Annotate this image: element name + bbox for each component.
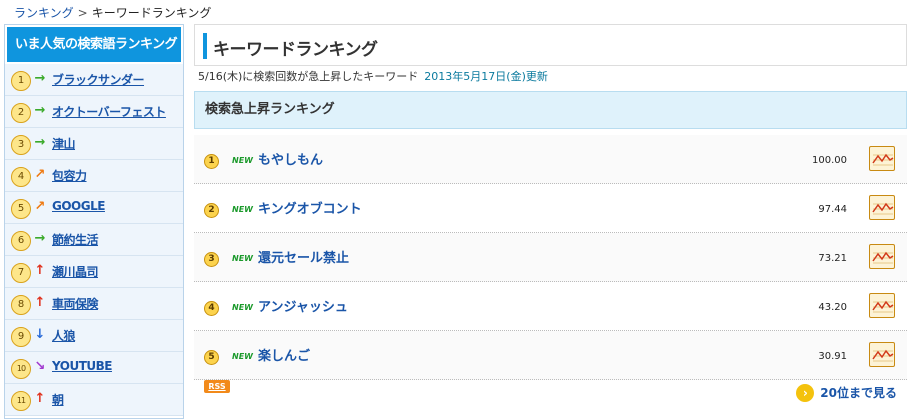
ranking-row: 1 NEW もやしもん 100.00 bbox=[194, 135, 907, 184]
trend-down-icon: ↓ bbox=[34, 327, 46, 342]
keyword-link[interactable]: アンジャッシュ bbox=[258, 296, 348, 315]
sidebar-item: 9 ↓ 人狼 bbox=[5, 320, 183, 352]
keyword-score: 100.00 bbox=[812, 155, 847, 166]
keyword-link[interactable]: キングオブコント bbox=[258, 198, 362, 217]
sidebar-item-link[interactable]: YOUTUBE bbox=[52, 359, 112, 373]
keyword-score: 43.20 bbox=[818, 302, 847, 313]
sidebar-item: 11 ↑ 朝 bbox=[5, 384, 183, 416]
trend-up-icon: ↑ bbox=[34, 391, 46, 406]
sidebar-item-link[interactable]: オクトーバーフェスト bbox=[52, 103, 166, 120]
trend-diagonal-up-icon: ↗ bbox=[34, 167, 46, 182]
page-title-box: キーワードランキング bbox=[194, 24, 907, 66]
sidebar-list: 1 → ブラックサンダー 2 → オクトーバーフェスト 3 → 津山 4 ↗ 包容力 5 ↗ GOO… bbox=[5, 64, 183, 416]
new-badge: NEW bbox=[232, 156, 253, 165]
trend-graph-icon[interactable] bbox=[869, 146, 895, 171]
breadcrumb: ランキング > キーワードランキング bbox=[14, 6, 211, 20]
trend-graph-icon[interactable] bbox=[869, 293, 895, 318]
trend-up-icon: ↑ bbox=[34, 295, 46, 310]
rank-badge: 1 bbox=[11, 71, 31, 91]
section-title: 検索急上昇ランキング bbox=[194, 91, 907, 129]
breadcrumb-current: キーワードランキング bbox=[91, 6, 212, 20]
ranking-row: 5 NEW 楽しんご 30.91 bbox=[194, 331, 907, 380]
sidebar-item-link[interactable]: 朝 bbox=[52, 391, 64, 408]
new-badge: NEW bbox=[232, 205, 253, 214]
keyword-score: 73.21 bbox=[818, 253, 847, 264]
sidebar-item-link[interactable]: 車両保険 bbox=[52, 295, 99, 312]
ranking-row: 4 NEW アンジャッシュ 43.20 bbox=[194, 282, 907, 331]
updated-date: 2013年5月17日(金)更新 bbox=[424, 70, 548, 83]
rank-badge: 11 bbox=[11, 391, 31, 411]
rss-button[interactable]: RSS bbox=[204, 380, 230, 393]
sidebar-item-link[interactable]: ブラックサンダー bbox=[52, 71, 145, 88]
rank-badge: 7 bbox=[11, 263, 31, 283]
new-badge: NEW bbox=[232, 303, 253, 312]
see-more: › 20位まで見る bbox=[796, 384, 897, 402]
new-badge: NEW bbox=[232, 254, 253, 263]
sidebar-item-link[interactable]: 瀬川晶司 bbox=[52, 263, 99, 280]
keyword-link[interactable]: 還元セール禁止 bbox=[258, 247, 349, 266]
ranking-info: 5/16(木)に検索回数が急上昇したキーワード 2013年5月17日(金)更新 bbox=[194, 70, 907, 84]
sidebar-item: 6 → 節約生活 bbox=[5, 224, 183, 256]
keyword-link[interactable]: もやしもん bbox=[258, 149, 323, 168]
sidebar-item: 1 → ブラックサンダー bbox=[5, 64, 183, 96]
ranking-list: 1 NEW もやしもん 100.00 2 NEW キングオブコント 97.44 … bbox=[194, 135, 907, 380]
trend-up-icon: ↑ bbox=[34, 263, 46, 278]
new-badge: NEW bbox=[232, 352, 253, 361]
rank-badge: 6 bbox=[11, 231, 31, 251]
ranking-description: 5/16(木)に検索回数が急上昇したキーワード bbox=[198, 70, 419, 83]
title-accent-bar bbox=[203, 33, 207, 59]
rank-badge: 2 bbox=[11, 103, 31, 123]
rank-badge: 4 bbox=[11, 167, 31, 187]
trend-graph-icon[interactable] bbox=[869, 244, 895, 269]
trend-diagonal-down-icon: ↘ bbox=[34, 359, 46, 374]
popular-search-sidebar: いま人気の検索語ランキング 1 → ブラックサンダー 2 → オクトーバーフェスト 3 →… bbox=[4, 24, 184, 419]
rank-badge: 9 bbox=[11, 327, 31, 347]
rank-badge: 1 bbox=[204, 154, 219, 169]
trend-right-icon: → bbox=[34, 71, 46, 86]
sidebar-item-link[interactable]: 包容力 bbox=[52, 167, 87, 184]
sidebar-item-link[interactable]: GOOGLE bbox=[52, 199, 105, 213]
sidebar-item: 5 ↗ GOOGLE bbox=[5, 192, 183, 224]
rank-badge: 10 bbox=[11, 359, 31, 379]
sidebar-item: 8 ↑ 車両保険 bbox=[5, 288, 183, 320]
sidebar-item: 7 ↑ 瀬川晶司 bbox=[5, 256, 183, 288]
page-title: キーワードランキング bbox=[213, 40, 378, 60]
sidebar-item: 10 ↘ YOUTUBE bbox=[5, 352, 183, 384]
ranking-row: 2 NEW キングオブコント 97.44 bbox=[194, 184, 907, 233]
trend-right-icon: → bbox=[34, 135, 46, 150]
trend-graph-icon[interactable] bbox=[869, 195, 895, 220]
breadcrumb-home-link[interactable]: ランキング bbox=[14, 6, 74, 20]
keyword-ranking-panel: キーワードランキング 5/16(木)に検索回数が急上昇したキーワード 2013年5… bbox=[194, 24, 907, 402]
keyword-link[interactable]: 楽しんご bbox=[258, 345, 310, 364]
sidebar-item-link[interactable]: 津山 bbox=[52, 135, 76, 152]
trend-right-icon: → bbox=[34, 103, 46, 118]
sidebar-title: いま人気の検索語ランキング bbox=[5, 25, 183, 64]
ranking-row: 3 NEW 還元セール禁止 73.21 bbox=[194, 233, 907, 282]
rank-badge: 2 bbox=[204, 203, 219, 218]
rank-badge: 8 bbox=[11, 295, 31, 315]
sidebar-item-link[interactable]: 節約生活 bbox=[52, 231, 99, 248]
rank-badge: 5 bbox=[204, 350, 219, 365]
trend-diagonal-up-icon: ↗ bbox=[34, 199, 46, 214]
trend-graph-icon[interactable] bbox=[869, 342, 895, 367]
rank-badge: 3 bbox=[11, 135, 31, 155]
sidebar-item: 2 → オクトーバーフェスト bbox=[5, 96, 183, 128]
sidebar-item: 3 → 津山 bbox=[5, 128, 183, 160]
rank-badge: 5 bbox=[11, 199, 31, 219]
rank-badge: 3 bbox=[204, 252, 219, 267]
keyword-score: 30.91 bbox=[818, 351, 847, 362]
keyword-score: 97.44 bbox=[818, 204, 847, 215]
sidebar-item-link[interactable]: 人狼 bbox=[52, 327, 76, 344]
breadcrumb-separator: > bbox=[77, 6, 88, 20]
trend-right-icon: → bbox=[34, 231, 46, 246]
rank-badge: 4 bbox=[204, 301, 219, 316]
sidebar-item: 4 ↗ 包容力 bbox=[5, 160, 183, 192]
